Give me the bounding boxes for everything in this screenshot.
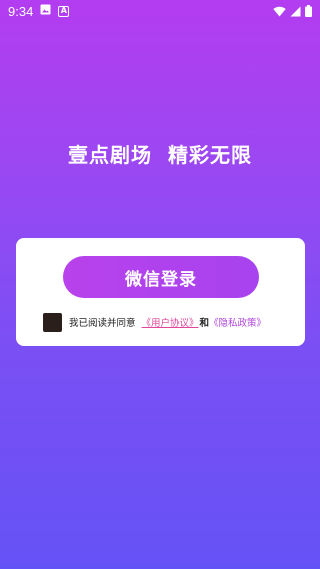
agreement-prefix: 我已阅读并同意 [69,318,136,329]
image-icon [40,4,51,18]
signal-icon [290,6,301,17]
slogan-part-1: 壹点剧场 [68,143,152,167]
agreement-and: 和 [199,318,210,329]
login-card: 微信登录 我已阅读并同意 《用户协议》 和 《隐私政策》 [16,238,305,346]
battery-icon [305,5,312,17]
status-time: 9:34 [8,3,34,19]
agreement-checkbox[interactable] [43,312,62,332]
slogan: 壹点剧场 精彩无限 [0,139,320,168]
a-icon: A [58,5,70,17]
agreement-row: 我已阅读并同意 《用户协议》 和 《隐私政策》 [43,312,266,332]
wechat-login-button[interactable]: 微信登录 [63,256,259,298]
wifi-icon [273,6,286,17]
slogan-part-2: 精彩无限 [168,143,252,167]
user-agreement-link[interactable]: 《用户协议》 [142,315,199,329]
status-bar: 9:34 A [0,0,320,22]
privacy-policy-link[interactable]: 《隐私政策》 [209,315,266,329]
